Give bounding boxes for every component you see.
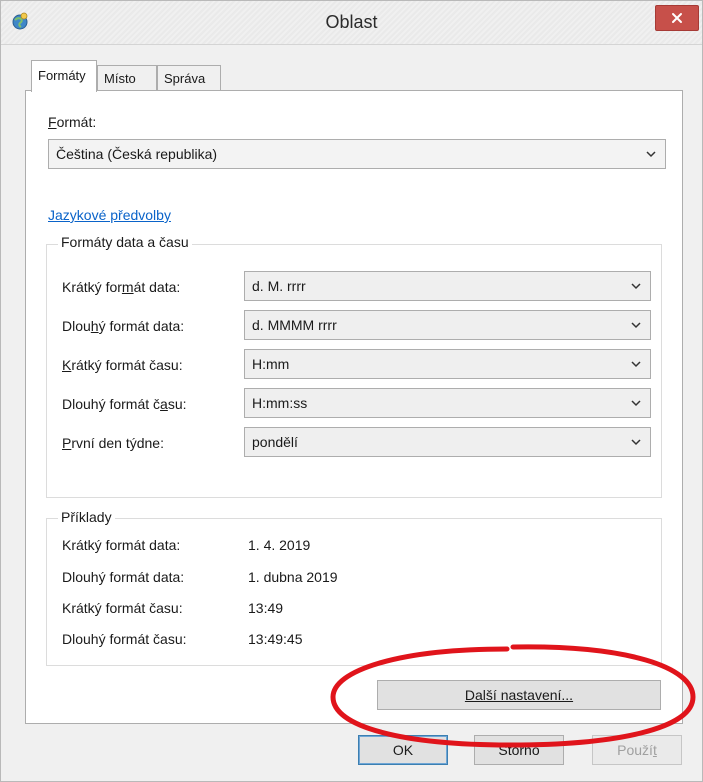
format-select-value: Čeština (Česká republika): [56, 146, 218, 162]
chevron-down-icon: [631, 439, 641, 446]
short-date-value: d. M. rrrr: [252, 278, 306, 294]
title-bar[interactable]: Oblast: [1, 1, 702, 45]
example-long-date-label: Dlouhý formát data:: [62, 569, 185, 585]
example-long-time-value: 13:49:45: [248, 631, 303, 647]
format-label: Formát:: [48, 114, 97, 130]
cancel-button[interactable]: Storno: [474, 735, 564, 765]
long-time-value: H:mm:ss: [252, 395, 308, 411]
ok-button[interactable]: OK: [358, 735, 448, 765]
first-day-label: První den týdne:: [62, 435, 164, 451]
first-day-select[interactable]: pondělí: [244, 427, 651, 457]
long-time-select[interactable]: H:mm:ss: [244, 388, 651, 418]
example-short-date-value: 1. 4. 2019: [248, 537, 311, 553]
tab-label: Formáty: [38, 68, 86, 83]
first-day-value: pondělí: [252, 434, 298, 450]
window-title: Oblast: [325, 12, 378, 32]
chevron-down-icon: [631, 361, 641, 368]
short-time-value: H:mm: [252, 356, 290, 372]
apply-accel: t: [652, 742, 657, 758]
example-long-time-label: Dlouhý formát času:: [62, 631, 187, 647]
region-dialog: Oblast Formáty Místo Správa Formát: Češt…: [0, 0, 703, 782]
apply-button[interactable]: Použít: [592, 735, 682, 765]
example-short-time-value: 13:49: [248, 600, 284, 616]
ok-label: OK: [392, 742, 414, 758]
formats-tab-panel: Formát: Čeština (Česká republika) Jazyko…: [25, 90, 683, 724]
tab-formaty[interactable]: Formáty: [31, 60, 97, 92]
cancel-label: Storno: [498, 742, 540, 758]
example-short-time-label: Krátký formát času:: [62, 600, 183, 616]
tab-label: Místo: [104, 71, 136, 86]
format-select[interactable]: Čeština (Česká republika): [48, 139, 666, 169]
close-icon: [672, 13, 682, 23]
short-time-select[interactable]: H:mm: [244, 349, 651, 379]
long-date-value: d. MMMM rrrr: [252, 317, 337, 333]
short-time-label: Krátký formát času:: [62, 357, 183, 373]
long-time-label: Dlouhý formát času:: [62, 396, 187, 412]
language-preferences-link[interactable]: Jazykové předvolby: [48, 207, 171, 223]
chevron-down-icon: [631, 283, 641, 290]
example-long-date-value: 1. dubna 2019: [248, 569, 338, 585]
example-short-date-label: Krátký formát data:: [62, 537, 181, 553]
tab-sprava[interactable]: Správa: [157, 65, 221, 91]
examples-group-title: Příklady: [58, 509, 115, 525]
close-button[interactable]: [655, 5, 699, 31]
long-date-label: Dlouhý formát data:: [62, 318, 185, 334]
chevron-down-icon: [646, 151, 656, 158]
chevron-down-icon: [631, 322, 641, 329]
more-settings-label: Další nastavení...: [464, 687, 574, 703]
tab-label: Správa: [164, 71, 206, 86]
tab-misto[interactable]: Místo: [97, 65, 157, 91]
more-settings-button[interactable]: Další nastavení...: [377, 680, 661, 710]
short-date-label: Krátký formát data:: [62, 279, 181, 295]
short-date-select[interactable]: d. M. rrrr: [244, 271, 651, 301]
long-date-select[interactable]: d. MMMM rrrr: [244, 310, 651, 340]
chevron-down-icon: [631, 400, 641, 407]
datetime-group-title: Formáty data a času: [58, 234, 192, 250]
